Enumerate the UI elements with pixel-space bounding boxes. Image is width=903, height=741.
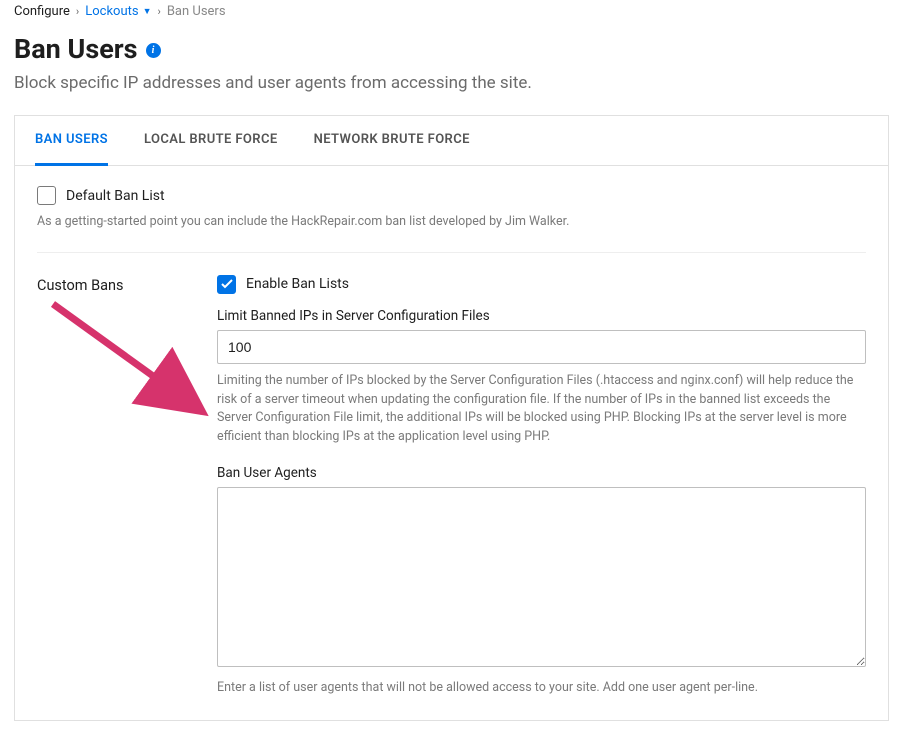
breadcrumb-current: Ban Users	[167, 4, 226, 19]
tab-ban-users[interactable]: BAN USERS	[35, 116, 108, 166]
chevron-right-icon: ›	[76, 5, 79, 18]
enable-ban-lists-checkbox[interactable]	[217, 275, 236, 294]
default-ban-section: Default Ban List As a getting-started po…	[15, 166, 888, 252]
breadcrumb-root[interactable]: Configure	[14, 4, 70, 19]
info-icon[interactable]: i	[146, 43, 161, 58]
tab-network-brute-force[interactable]: NETWORK BRUTE FORCE	[314, 116, 470, 166]
page-title: Ban Users	[14, 33, 138, 65]
custom-bans-section: Custom Bans Enable Ban Lists Limit Banne…	[15, 253, 888, 720]
tabs: BAN USERS LOCAL BRUTE FORCE NETWORK BRUT…	[15, 116, 888, 166]
limit-ips-label: Limit Banned IPs in Server Configuration…	[217, 308, 866, 324]
settings-card: BAN USERS LOCAL BRUTE FORCE NETWORK BRUT…	[14, 115, 889, 721]
page-subtitle: Block specific IP addresses and user age…	[14, 73, 889, 93]
ban-user-agents-label: Ban User Agents	[217, 465, 866, 481]
ban-user-agents-help: Enter a list of user agents that will no…	[217, 679, 866, 698]
limit-ips-input[interactable]	[217, 330, 866, 364]
chevron-right-icon: ›	[158, 5, 161, 18]
custom-bans-heading: Custom Bans	[37, 275, 197, 698]
breadcrumb-parent[interactable]: Lockouts	[85, 4, 138, 19]
ban-user-agents-textarea[interactable]	[217, 487, 866, 667]
default-ban-help: As a getting-started point you can inclu…	[37, 213, 866, 232]
limit-ips-help: Limiting the number of IPs blocked by th…	[217, 372, 866, 447]
enable-ban-lists-label: Enable Ban Lists	[246, 276, 349, 292]
default-ban-checkbox[interactable]	[37, 186, 56, 205]
breadcrumb: Configure › Lockouts ▼ › Ban Users	[14, 0, 889, 27]
caret-down-icon[interactable]: ▼	[143, 6, 152, 17]
default-ban-label: Default Ban List	[66, 188, 165, 204]
page-header: Ban Users i	[14, 33, 889, 65]
tab-local-brute-force[interactable]: LOCAL BRUTE FORCE	[144, 116, 278, 166]
